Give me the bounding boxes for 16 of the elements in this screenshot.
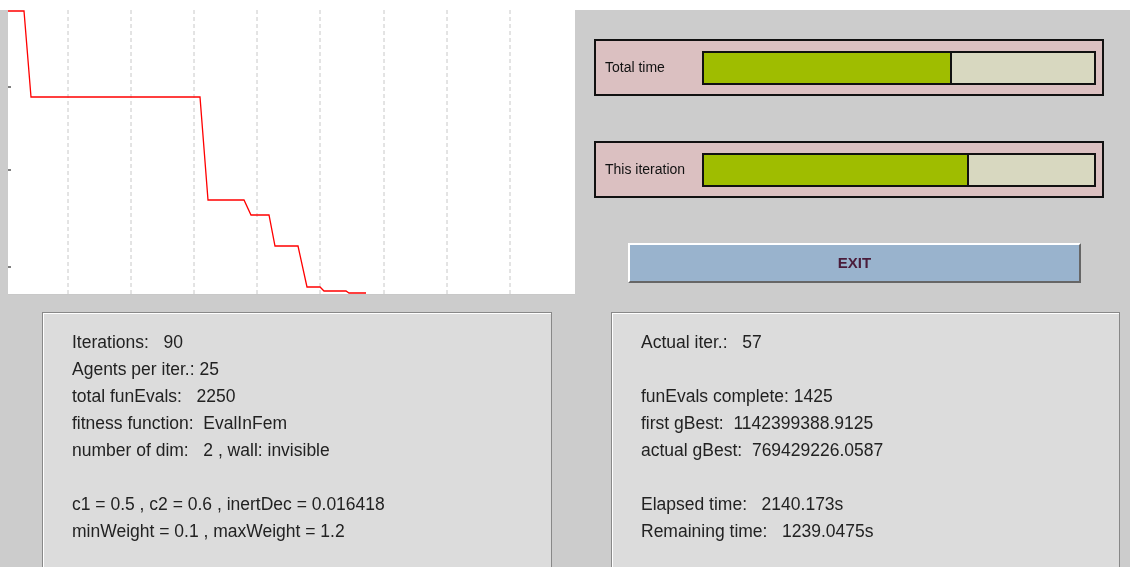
info-line: first gBest: 1142399388.9125	[641, 412, 875, 435]
info-line: Remaining time: 1239.0475s	[641, 520, 875, 543]
info-line: Elapsed time: 2140.173s	[641, 493, 845, 516]
info-line: minWeight = 0.1 , maxWeight = 1.2	[72, 520, 346, 543]
info-line: number of dim: 2 , wall: invisible	[72, 439, 331, 462]
progress-label: This iteration	[605, 160, 687, 179]
progress-label: Total time	[605, 58, 666, 77]
info-line: actual gBest: 769429226.0587	[641, 439, 885, 462]
info-line: Actual iter.: 57	[641, 331, 763, 354]
info-line: c1 = 0.5 , c2 = 0.6 , inertDec = 0.016418	[72, 493, 386, 516]
info-line: Agents per iter.: 25	[72, 358, 220, 381]
exit-button[interactable]: EXIT	[628, 243, 1081, 283]
info-line: Iterations: 90	[72, 331, 184, 354]
info-line: fitness function: EvalInFem	[72, 412, 288, 435]
info-line: total funEvals: 2250	[72, 385, 237, 408]
info-line: funEvals complete: 1425	[641, 385, 834, 408]
